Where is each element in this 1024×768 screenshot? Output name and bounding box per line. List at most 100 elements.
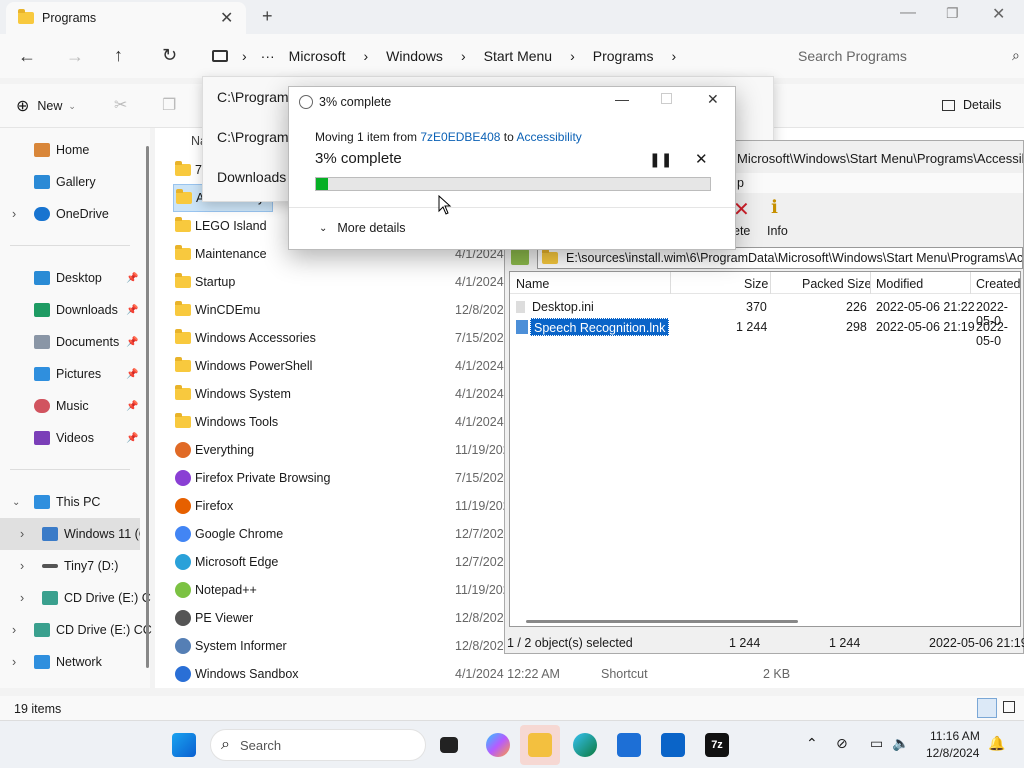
up-icon[interactable]: ↑	[114, 45, 123, 66]
chevron-right-icon[interactable]: ›	[12, 623, 16, 637]
7zip-status-bar: 1 / 2 object(s) selected 1 244 1 244 202…	[505, 633, 1024, 653]
tab-programs[interactable]: Programs ✕	[6, 2, 246, 34]
column-header-created[interactable]: Created	[976, 277, 1020, 291]
sidebar-item-drive-d[interactable]: › Tiny7 (D:)	[0, 550, 150, 582]
destination-link[interactable]: Accessibility	[516, 130, 581, 144]
sidebar-item-desktop[interactable]: Desktop 📌	[0, 262, 150, 294]
table-row[interactable]: Windows Sandbox 4/1/2024 12:22 AM Shortcut…	[173, 660, 873, 688]
sidebar-item-label: OneDrive	[56, 207, 109, 221]
sidebar-item-cd-drive[interactable]: › CD Drive (E:) CC	[0, 614, 152, 646]
copilot-icon[interactable]	[486, 733, 510, 757]
file-name: Microsoft Edge	[195, 555, 279, 569]
sidebar-item-label: CD Drive (E:) C	[64, 591, 151, 605]
breadcrumb[interactable]: › ··· Microsoft › Windows › Start Menu ›…	[212, 42, 772, 70]
sidebar-item-home[interactable]: Home	[0, 134, 150, 166]
breadcrumb-item[interactable]: Microsoft	[289, 48, 346, 64]
back-icon[interactable]: ←	[18, 46, 36, 67]
7zip-icon[interactable]: 7z	[705, 733, 729, 757]
details-view-icon[interactable]	[977, 698, 997, 718]
sidebar-item-onedrive[interactable]: › OneDrive	[0, 198, 150, 230]
breadcrumb-item[interactable]: Windows	[386, 48, 443, 64]
source-link[interactable]: 7zE0EDBE408	[420, 130, 500, 144]
chevron-right-icon[interactable]: ›	[20, 527, 24, 541]
suggestion-item[interactable]: C:\Program	[217, 89, 289, 105]
task-view-icon[interactable]	[440, 737, 458, 753]
store-icon[interactable]	[617, 733, 641, 757]
edge-icon[interactable]	[573, 733, 597, 757]
breadcrumb-item[interactable]: Programs	[593, 48, 654, 64]
sidebar-item-pictures[interactable]: Pictures 📌	[0, 358, 150, 390]
close-icon[interactable]: ✕	[707, 91, 719, 108]
sidebar-item-network[interactable]: › Network	[0, 646, 150, 678]
info-button[interactable]: Info	[767, 224, 788, 238]
start-icon[interactable]	[172, 733, 196, 757]
breadcrumb-item[interactable]: Start Menu	[484, 48, 552, 64]
sidebar-item-downloads[interactable]: Downloads 📌	[0, 294, 150, 326]
chevron-right-icon[interactable]: ›	[12, 655, 16, 669]
column-separator	[970, 272, 971, 294]
sidebar-item-drive-c[interactable]: › Windows 11 (C	[0, 518, 140, 550]
cut-icon[interactable]: ✂	[114, 95, 127, 115]
file-name: LEGO Island	[195, 219, 267, 233]
app-icon	[175, 470, 191, 486]
7zip-address-bar[interactable]: E:\sources\install.wim\6\ProgramData\Mic…	[537, 247, 1023, 269]
up-folder-icon[interactable]	[511, 249, 529, 265]
details-button[interactable]: Details	[942, 98, 1001, 112]
sidebar-item-documents[interactable]: Documents 📌	[0, 326, 150, 358]
chevron-right-icon[interactable]: ›	[20, 559, 24, 573]
chevron-right-icon[interactable]: ›	[20, 591, 24, 605]
close-window-icon[interactable]: ✕	[992, 4, 1005, 24]
file-explorer-icon[interactable]	[528, 733, 552, 757]
pause-icon[interactable]: ❚❚	[649, 151, 672, 168]
selection-status: 1 / 2 object(s) selected	[507, 636, 633, 650]
refresh-icon[interactable]: ↻	[162, 45, 177, 66]
taskbar-search[interactable]: ⌕ Search	[210, 729, 426, 761]
network-off-icon[interactable]: ⊘	[836, 735, 848, 752]
chevron-up-icon[interactable]: ⌃	[806, 735, 818, 752]
outlook-icon[interactable]	[661, 733, 685, 757]
menu-item[interactable]: p	[737, 176, 744, 190]
sidebar-item-videos[interactable]: Videos 📌	[0, 422, 150, 454]
sidebar-item-music[interactable]: Music 📌	[0, 390, 150, 422]
column-separator	[870, 272, 871, 294]
column-header-packed[interactable]: Packed Size	[802, 277, 871, 291]
more-details-toggle[interactable]: ⌄ More details	[319, 221, 405, 235]
chevron-right-icon[interactable]: ›	[12, 207, 16, 221]
display-icon[interactable]: ▭	[870, 735, 883, 752]
more-icon[interactable]: ···	[261, 48, 275, 64]
column-header-modified[interactable]: Modified	[876, 277, 923, 291]
sidebar-item-gallery[interactable]: Gallery	[0, 166, 150, 198]
table-row[interactable]: Speech Recognition.lnk 1 244 298 2022-05…	[510, 318, 1020, 348]
clock-time[interactable]: 11:16 AM	[930, 729, 980, 743]
network-icon	[34, 655, 50, 669]
maximize-icon[interactable]: ❐	[946, 5, 959, 22]
cancel-icon[interactable]: ✕	[695, 150, 708, 168]
close-tab-icon[interactable]: ✕	[220, 8, 233, 28]
chevron-down-icon[interactable]: ⌄	[12, 497, 20, 508]
scrollbar[interactable]	[146, 146, 149, 668]
horizontal-scrollbar[interactable]	[526, 620, 798, 623]
copy-icon[interactable]: ❐	[162, 95, 176, 115]
column-header-size[interactable]: Size	[744, 277, 768, 291]
thumbnail-view-icon[interactable]	[1003, 701, 1015, 713]
sidebar-item-this-pc[interactable]: ⌄ This PC	[0, 486, 150, 518]
7zip-file-list: Name Size Packed Size Modified Created D…	[509, 271, 1021, 627]
notification-bell-icon[interactable]: 🔔	[988, 735, 1005, 752]
search-input[interactable]: Search Programs	[798, 48, 907, 64]
table-row[interactable]: Desktop.ini 370 226 2022-05-06 21:22 202…	[510, 298, 1020, 328]
file-name: System Informer	[195, 639, 287, 653]
desktop-icon	[34, 271, 50, 285]
minimize-icon[interactable]: —	[900, 4, 916, 22]
minimize-icon[interactable]: —	[615, 91, 629, 107]
clock-date[interactable]: 12/8/2024	[926, 746, 979, 760]
forward-icon[interactable]: →	[66, 46, 84, 67]
suggestion-item[interactable]: Downloads	[217, 169, 286, 185]
column-header-name[interactable]: Name	[516, 277, 549, 291]
volume-icon[interactable]: 🔈	[892, 735, 909, 752]
maximize-icon[interactable]	[661, 93, 672, 104]
new-tab-icon[interactable]: +	[262, 6, 273, 27]
new-button[interactable]: ⊕ New ⌄	[16, 96, 76, 116]
sidebar-item-cd-drive[interactable]: › CD Drive (E:) C	[0, 582, 151, 614]
suggestion-item[interactable]: C:\Program	[217, 129, 289, 145]
file-name: Everything	[195, 443, 255, 457]
